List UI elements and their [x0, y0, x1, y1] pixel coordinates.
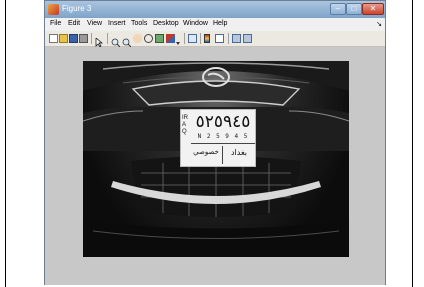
zoom-in-icon[interactable] — [111, 34, 121, 48]
matlab-icon — [48, 4, 59, 15]
arrow-select-icon[interactable] — [95, 34, 104, 48]
menu-overflow-arrow-icon[interactable]: ↘ — [376, 20, 382, 28]
rotate-3d-icon[interactable] — [144, 34, 153, 43]
pan-icon[interactable] — [133, 34, 142, 43]
toolbar-separator — [200, 33, 201, 44]
legend-icon[interactable] — [215, 34, 224, 43]
frame-right-line — [412, 0, 413, 287]
save-icon[interactable] — [69, 34, 78, 43]
menu-help[interactable]: Help — [213, 20, 227, 27]
brush-icon[interactable] — [166, 34, 175, 43]
menu-file[interactable]: File — [50, 20, 61, 27]
new-figure-icon[interactable] — [49, 34, 58, 43]
title-bar[interactable]: Figure 3 – □ ✕ — [45, 1, 385, 18]
figure-canvas: IRAQ ٥٢٥٩٤٥ N 2 5 9 4 5 بغداد خصوصي — [45, 47, 385, 285]
menu-desktop[interactable]: Desktop — [153, 20, 179, 27]
plate-latin-number: N 2 5 9 4 5 — [197, 133, 249, 140]
toolbar-separator — [107, 33, 108, 44]
plate-category-text: خصوصي — [193, 148, 219, 156]
license-plate: IRAQ ٥٢٥٩٤٥ N 2 5 9 4 5 بغداد خصوصي — [180, 109, 256, 167]
plate-divider — [191, 143, 255, 144]
maximize-button[interactable]: □ — [346, 3, 362, 15]
menu-tools[interactable]: Tools — [131, 20, 147, 27]
brush-dropdown-icon[interactable] — [176, 34, 181, 45]
menu-insert[interactable]: Insert — [108, 20, 126, 27]
open-file-icon[interactable] — [59, 34, 68, 43]
hide-plot-tools-icon[interactable] — [232, 34, 241, 43]
toolbar-separator — [184, 33, 185, 44]
figure-window: Figure 3 – □ ✕ File Edit View Insert Too… — [44, 0, 386, 285]
menu-window[interactable]: Window — [183, 20, 208, 27]
car-front-grayscale-image: IRAQ ٥٢٥٩٤٥ N 2 5 9 4 5 بغداد خصوصي — [83, 61, 349, 257]
minimize-button[interactable]: – — [330, 3, 346, 15]
zoom-out-icon[interactable] — [122, 34, 132, 48]
toolbar-separator — [91, 33, 92, 44]
print-icon[interactable] — [79, 34, 88, 43]
show-plot-tools-icon[interactable] — [243, 34, 252, 43]
plate-city-text: بغداد — [230, 148, 248, 157]
plate-divider-vertical — [222, 146, 223, 164]
menu-bar: File Edit View Insert Tools Desktop Wind… — [45, 18, 385, 31]
plate-arabic-number: ٥٢٥٩٤٥ — [195, 112, 251, 132]
colorbar-icon[interactable] — [204, 34, 210, 43]
frame-left-line — [5, 0, 6, 287]
data-cursor-icon[interactable] — [155, 34, 164, 43]
plate-side-text: IRAQ — [182, 115, 188, 135]
figure-toolbar — [45, 31, 385, 48]
link-plot-icon[interactable] — [188, 34, 197, 43]
menu-edit[interactable]: Edit — [68, 20, 80, 27]
close-button[interactable]: ✕ — [362, 3, 384, 15]
window-title: Figure 3 — [62, 4, 92, 13]
menu-view[interactable]: View — [87, 20, 102, 27]
toolbar-separator — [228, 33, 229, 44]
